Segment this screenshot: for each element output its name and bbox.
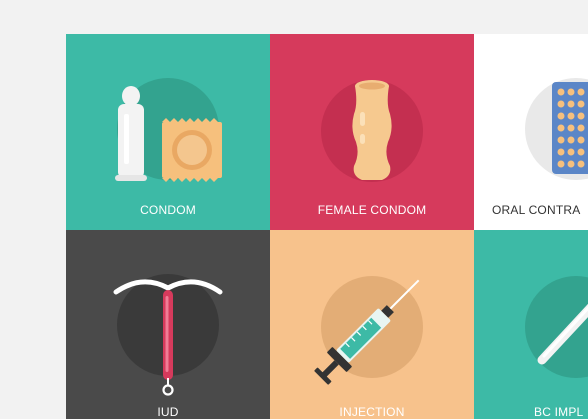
tile-condom[interactable]: CONDOM: [66, 34, 270, 230]
tile-bc-implant[interactable]: BC IMPL: [474, 230, 588, 419]
tile-label: ORAL CONTRA: [492, 203, 581, 217]
tile-oral-contraceptive[interactable]: ORAL CONTRA: [474, 34, 588, 230]
tile-injection[interactable]: INJECTION: [270, 230, 474, 419]
tile-label: IUD: [157, 405, 179, 419]
female-condom-icon: [321, 80, 423, 182]
implant-icon: [525, 276, 588, 378]
contraception-grid: CONDOM FEMALE CONDOM ORAL CONTRA IUD INJ…: [66, 34, 588, 419]
iud-icon: [113, 274, 223, 396]
syringe-icon: [314, 276, 423, 385]
tile-label: CONDOM: [140, 203, 196, 217]
tile-label: FEMALE CONDOM: [317, 203, 427, 217]
tile-label: INJECTION: [339, 405, 405, 419]
tile-iud[interactable]: IUD: [66, 230, 270, 419]
tile-female-condom[interactable]: FEMALE CONDOM: [270, 34, 474, 230]
condom-icon: [115, 78, 222, 182]
tile-label: BC IMPL: [534, 405, 584, 419]
pill-pack-icon: [525, 78, 588, 180]
